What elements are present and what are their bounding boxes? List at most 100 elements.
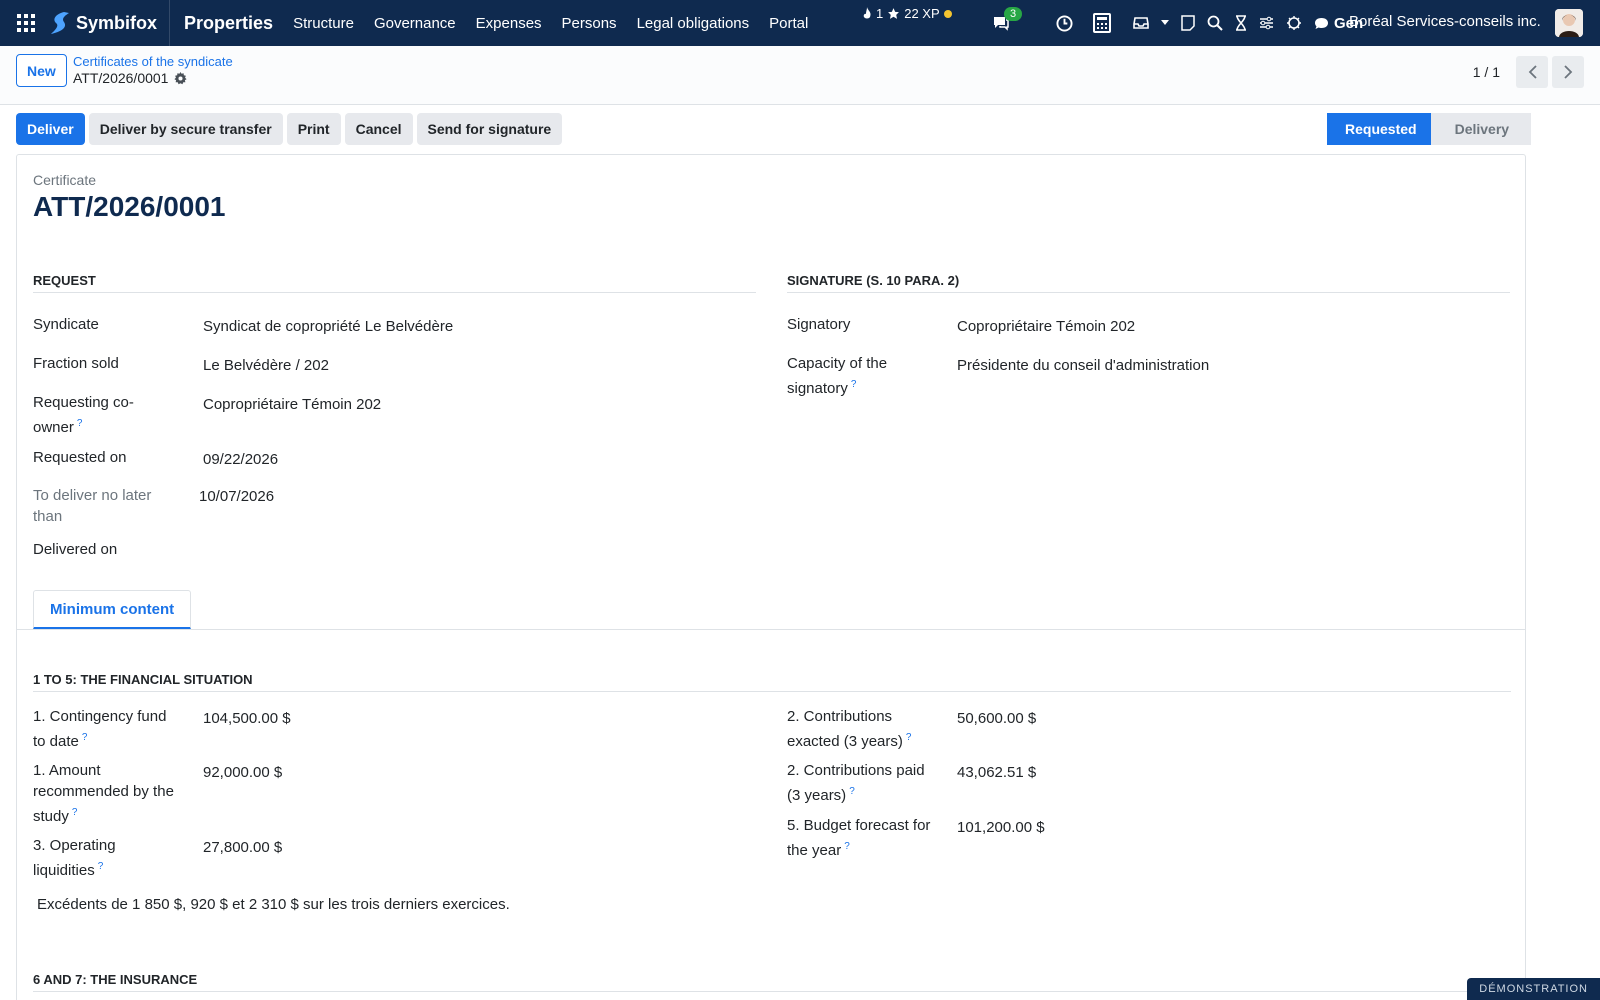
caret-down-icon[interactable] bbox=[1161, 20, 1169, 26]
amount-recommended-label: 1. Amount recommended by the study? bbox=[33, 760, 174, 827]
clock-icon[interactable] bbox=[1056, 14, 1073, 32]
deliver-by-label-line2: than bbox=[33, 508, 63, 525]
cancel-button[interactable]: Cancel bbox=[344, 113, 413, 145]
menu-governance[interactable]: Governance bbox=[374, 15, 456, 32]
gamification-indicator[interactable]: 1 22 XP bbox=[862, 6, 952, 21]
pager-next-button[interactable] bbox=[1552, 56, 1584, 88]
flame-icon bbox=[863, 7, 871, 19]
demo-ribbon: DÉMONSTRATION bbox=[1467, 978, 1600, 1000]
signatory-label: Signatory bbox=[787, 316, 851, 333]
amount-recommended-field[interactable]: 92,000.00 $ bbox=[203, 764, 282, 781]
menu-expenses[interactable]: Expenses bbox=[476, 15, 542, 32]
calculator-icon[interactable] bbox=[1093, 13, 1111, 33]
inbox-icon[interactable] bbox=[1133, 16, 1149, 30]
breadcrumb-parent-link[interactable]: Certificates of the syndicate bbox=[73, 54, 233, 69]
deliver-button[interactable]: Deliver bbox=[16, 113, 85, 145]
contributions-paid-label-line1: 2. Contributions paid bbox=[787, 762, 925, 779]
budget-forecast-label: 5. Budget forecast for the year? bbox=[787, 815, 930, 861]
xp-status-dot bbox=[943, 9, 952, 18]
requested-on-field[interactable]: 09/22/2026 bbox=[203, 451, 278, 468]
note-icon[interactable] bbox=[1181, 15, 1195, 31]
syndicate-label: Syndicate bbox=[33, 316, 99, 333]
requesting-coowner-label-line1: Requesting co- bbox=[33, 394, 134, 411]
stage-delivery[interactable]: Delivery bbox=[1430, 113, 1531, 145]
help-tooltip-icon[interactable]: ? bbox=[72, 807, 78, 818]
breadcrumb-current-label: ATT/2026/0001 bbox=[73, 70, 169, 86]
help-tooltip-icon[interactable]: ? bbox=[82, 732, 88, 743]
help-tooltip-icon[interactable]: ? bbox=[851, 379, 857, 390]
contributions-paid-label: 2. Contributions paid (3 years)? bbox=[787, 760, 925, 806]
insurance-section-heading: 6 and 7: The insurance bbox=[33, 972, 1511, 992]
deliver-by-label-line1: To deliver no later bbox=[33, 487, 152, 504]
sliders-icon[interactable] bbox=[1259, 16, 1274, 30]
budget-forecast-label-line1: 5. Budget forecast for bbox=[787, 817, 931, 834]
help-tooltip-icon[interactable]: ? bbox=[844, 841, 850, 852]
help-tooltip-icon[interactable]: ? bbox=[77, 418, 83, 429]
star-icon bbox=[888, 8, 900, 19]
menu-persons[interactable]: Persons bbox=[562, 15, 617, 32]
menu-structure[interactable]: Structure bbox=[293, 15, 354, 32]
stage-pipeline: Requested Delivery bbox=[1327, 113, 1531, 145]
syndicate-field[interactable]: Syndicat de copropriété Le Belvédère bbox=[203, 318, 453, 335]
request-section-heading: Request bbox=[33, 273, 756, 293]
contributions-paid-label-line2: (3 years) bbox=[787, 787, 847, 804]
print-button[interactable]: Print bbox=[286, 113, 341, 145]
action-buttons: Deliver Deliver by secure transfer Print… bbox=[16, 113, 563, 145]
amount-recommended-label-line3: study bbox=[33, 808, 69, 825]
control-panel: New Certificates of the syndicate ATT/20… bbox=[0, 46, 1600, 105]
fraction-field[interactable]: Le Belvédère / 202 bbox=[203, 357, 329, 374]
xp-points: 22 XP bbox=[904, 6, 940, 21]
fraction-label: Fraction sold bbox=[33, 355, 119, 372]
help-tooltip-icon[interactable]: ? bbox=[906, 732, 912, 743]
brand-logo[interactable]: Symbifox bbox=[46, 0, 171, 46]
help-tooltip-icon[interactable]: ? bbox=[98, 861, 104, 872]
new-button[interactable]: New bbox=[16, 54, 67, 87]
signatory-capacity-field[interactable]: Présidente du conseil d'administration bbox=[957, 357, 1209, 374]
deliver-by-field[interactable]: 10/07/2026 bbox=[199, 488, 274, 505]
record-pager: 1 / 1 bbox=[1473, 56, 1584, 88]
send-for-signature-button[interactable]: Send for signature bbox=[416, 113, 563, 145]
apps-menu-icon[interactable] bbox=[6, 0, 46, 46]
signatory-capacity-label-line1: Capacity of the bbox=[787, 355, 888, 372]
requesting-coowner-field[interactable]: Copropriétaire Témoin 202 bbox=[203, 396, 381, 413]
signatory-field[interactable]: Copropriétaire Témoin 202 bbox=[957, 318, 1135, 335]
budget-forecast-field[interactable]: 101,200.00 $ bbox=[957, 819, 1045, 836]
search-icon[interactable] bbox=[1207, 15, 1223, 31]
user-avatar[interactable] bbox=[1555, 9, 1583, 37]
deliver-secure-transfer-button[interactable]: Deliver by secure transfer bbox=[88, 113, 283, 145]
breadcrumb-current: ATT/2026/0001 bbox=[73, 70, 233, 86]
operating-liquidities-field[interactable]: 27,800.00 $ bbox=[203, 839, 282, 856]
fox-logo-icon bbox=[51, 12, 69, 34]
requested-on-label: Requested on bbox=[33, 449, 127, 466]
contributions-paid-field[interactable]: 43,062.51 $ bbox=[957, 764, 1036, 781]
delivered-on-field[interactable] bbox=[203, 543, 403, 563]
operating-liquidities-label: 3. Operating liquidities? bbox=[33, 835, 116, 881]
form-sheet: Certificate ATT/2026/0001 Request Syndic… bbox=[16, 154, 1526, 1000]
breadcrumb: Certificates of the syndicate ATT/2026/0… bbox=[73, 54, 233, 86]
record-title: ATT/2026/0001 bbox=[33, 191, 226, 222]
company-switcher[interactable]: Boréal Services-conseils inc. bbox=[1349, 13, 1541, 30]
top-navbar: Symbifox Properties Structure Governance… bbox=[0, 0, 1600, 46]
bug-icon[interactable] bbox=[1286, 15, 1302, 31]
operating-liquidities-label-line2: liquidities bbox=[33, 862, 95, 879]
app-name[interactable]: Properties bbox=[184, 13, 273, 34]
pager-value[interactable]: 1 / 1 bbox=[1473, 64, 1500, 80]
chat-icon[interactable]: 3 bbox=[992, 7, 1023, 31]
menu-portal[interactable]: Portal bbox=[769, 15, 808, 32]
brand-name: Symbifox bbox=[76, 12, 158, 33]
tab-minimum-content[interactable]: Minimum content bbox=[33, 590, 192, 629]
financial-note-field[interactable]: Excédents de 1 850 $, 920 $ et 2 310 $ s… bbox=[37, 896, 510, 913]
budget-forecast-label-line2: the year bbox=[787, 842, 842, 859]
hourglass-icon[interactable] bbox=[1235, 15, 1247, 31]
gear-icon[interactable] bbox=[174, 71, 188, 85]
pager-previous-button[interactable] bbox=[1516, 56, 1548, 88]
contingency-fund-field[interactable]: 104,500.00 $ bbox=[203, 710, 291, 727]
contributions-exacted-field[interactable]: 50,600.00 $ bbox=[957, 710, 1036, 727]
help-tooltip-icon[interactable]: ? bbox=[849, 786, 855, 797]
stage-requested[interactable]: Requested bbox=[1327, 113, 1443, 145]
chevron-right-icon bbox=[1563, 65, 1572, 79]
status-bar: Deliver Deliver by secure transfer Print… bbox=[0, 105, 1600, 154]
deliver-by-label: To deliver no later than bbox=[33, 485, 151, 527]
menu-legal-obligations[interactable]: Legal obligations bbox=[637, 15, 750, 32]
contributions-exacted-label: 2. Contributions exacted (3 years)? bbox=[787, 706, 911, 752]
